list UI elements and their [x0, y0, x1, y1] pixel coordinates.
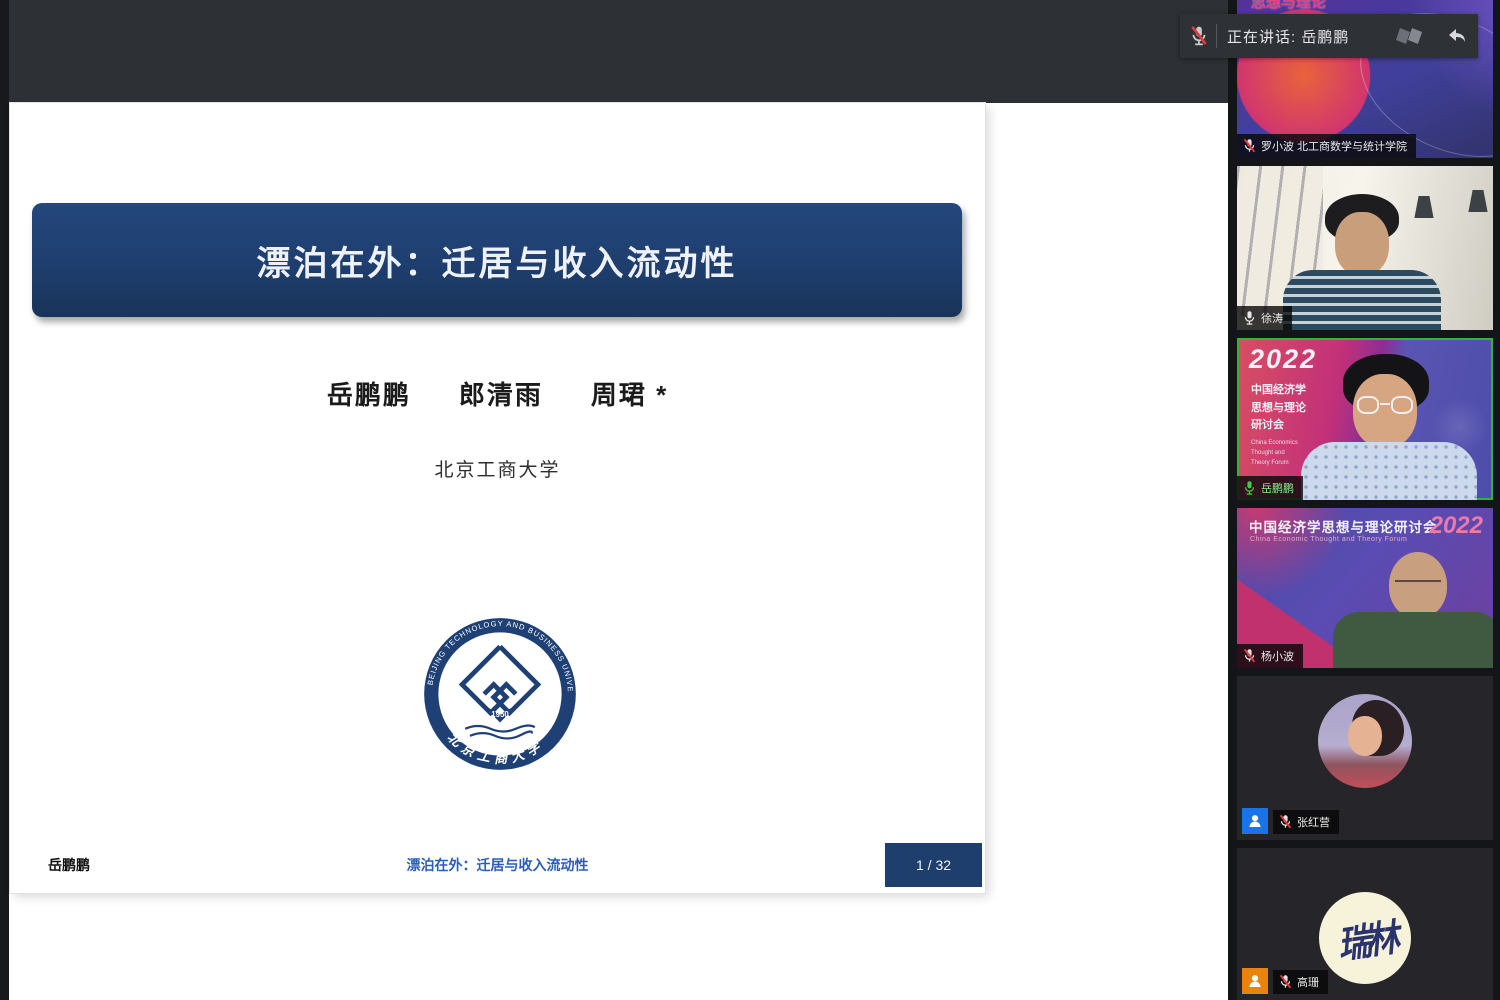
screen-share-top-band: [0, 0, 1228, 103]
slide-affiliation: 北京工商大学: [10, 455, 985, 482]
mic-muted-icon: [1243, 138, 1256, 154]
presentation-slide: 漂泊在外：迁居与收入流动性 岳鹏鹏 郎清雨 周珺 * 北京工商大学: [10, 103, 985, 893]
banner-subtitle: China Economic Thought and Theory Forum: [1250, 536, 1407, 543]
slide-authors: 岳鹏鹏 郎清雨 周珺 *: [10, 375, 985, 412]
slide-title: 漂泊在外：迁居与收入流动性: [257, 236, 738, 285]
university-logo: BEIJING TECHNOLOGY AND BUSINESS UNIVERSI…: [421, 615, 579, 773]
avatar-calligraphy: 瑞林: [1319, 892, 1411, 984]
avatar-face: [1348, 716, 1382, 756]
banner-year: 2022: [1430, 512, 1483, 540]
screen-share-left-band: [0, 0, 9, 1000]
participant-tile-5[interactable]: 张红营: [1237, 676, 1493, 840]
participant-name: 徐涛: [1261, 310, 1283, 326]
mic-muted-icon: [1279, 974, 1292, 990]
slide-title-banner: 漂泊在外：迁居与收入流动性: [32, 203, 962, 317]
footer-title: 漂泊在外：迁居与收入流动性: [10, 855, 985, 875]
speaking-label: 正在讲话: 岳鹏鹏: [1227, 26, 1392, 47]
person-shirt: [1301, 442, 1477, 500]
participant-name: 岳鹏鹏: [1261, 480, 1294, 496]
reply-arrow-icon[interactable]: [1444, 24, 1468, 48]
participant-name-bar: 杨小波: [1237, 644, 1303, 668]
participant-name: 杨小波: [1261, 648, 1294, 664]
participant-name-bar: 徐涛: [1237, 306, 1292, 330]
author-3: 周珺 *: [591, 375, 668, 412]
person-icon: [1247, 973, 1263, 989]
raise-hands-icon[interactable]: [1392, 24, 1438, 48]
participant-name-bar: 高珊: [1273, 970, 1328, 994]
screen-share-area: 漂泊在外：迁居与收入流动性 岳鹏鹏 郎清雨 周珺 * 北京工商大学: [0, 0, 1228, 1000]
toolbar-divider: [1216, 24, 1217, 48]
page-indicator: 1 / 32: [885, 843, 982, 887]
active-speaker-toolbar[interactable]: 正在讲话: 岳鹏鹏: [1180, 14, 1478, 58]
mic-muted-icon: [1190, 25, 1208, 47]
meeting-window: 漂泊在外：迁居与收入流动性 岳鹏鹏 郎清雨 周珺 * 北京工商大学: [0, 0, 1500, 1000]
author-2: 郎清雨: [459, 375, 543, 412]
mic-muted-icon: [1243, 648, 1256, 664]
poster-text-block: 中国经济学 思想与理论 研讨会: [1251, 382, 1306, 435]
glasses: [1355, 396, 1415, 416]
pendant-lamp: [1409, 196, 1439, 218]
participant-name-bar: 罗小波 北工商数学与统计学院: [1237, 134, 1416, 158]
avatar-photo: [1318, 694, 1412, 788]
poster-line-1: 思想与理论: [1251, 0, 1341, 14]
participant-tile-6[interactable]: 瑞林: [1237, 848, 1493, 1000]
mic-muted-icon: [1279, 814, 1292, 830]
poster-year: 2022: [1249, 344, 1317, 375]
avatar-calligraphy-text: 瑞林: [1334, 907, 1397, 968]
person-icon: [1247, 813, 1263, 829]
person-green-shirt: [1333, 612, 1493, 668]
participant-name: 罗小波 北工商数学与统计学院: [1261, 138, 1407, 154]
participant-tile-3-active-speaker[interactable]: 2022 中国经济学 思想与理论 研讨会 China Economics Tho…: [1237, 338, 1493, 500]
glasses: [1395, 580, 1441, 592]
participant-tile-2[interactable]: 徐涛: [1237, 166, 1493, 330]
author-1: 岳鹏鹏: [327, 375, 411, 412]
slide-footer: 岳鹏鹏 漂泊在外：迁居与收入流动性 1 / 32: [10, 843, 985, 893]
person-striped-shirt: [1283, 270, 1441, 330]
user-badge-orange: [1242, 968, 1268, 994]
participants-sidebar: 思想与理论 研讨会 China Economics Thought and Th…: [1228, 0, 1500, 1000]
participant-name: 高珊: [1297, 974, 1319, 990]
participant-tile-4[interactable]: 中国经济学思想与理论研讨会 2022 China Economic Though…: [1237, 508, 1493, 668]
mic-on-icon: [1243, 310, 1256, 326]
participant-name: 张红营: [1297, 814, 1330, 830]
logo-year: 1950: [491, 710, 509, 719]
poster-subtitle: China Economics Thought and Theory Forum: [1251, 438, 1298, 469]
user-badge-blue: [1242, 808, 1268, 834]
person-face: [1335, 212, 1389, 276]
banner-title: 中国经济学思想与理论研讨会: [1249, 516, 1438, 536]
mic-speaking-icon: [1243, 480, 1256, 496]
participant-name-bar: 岳鹏鹏: [1237, 476, 1303, 500]
participant-name-bar: 张红营: [1273, 810, 1339, 834]
pendant-lamp: [1463, 190, 1493, 212]
